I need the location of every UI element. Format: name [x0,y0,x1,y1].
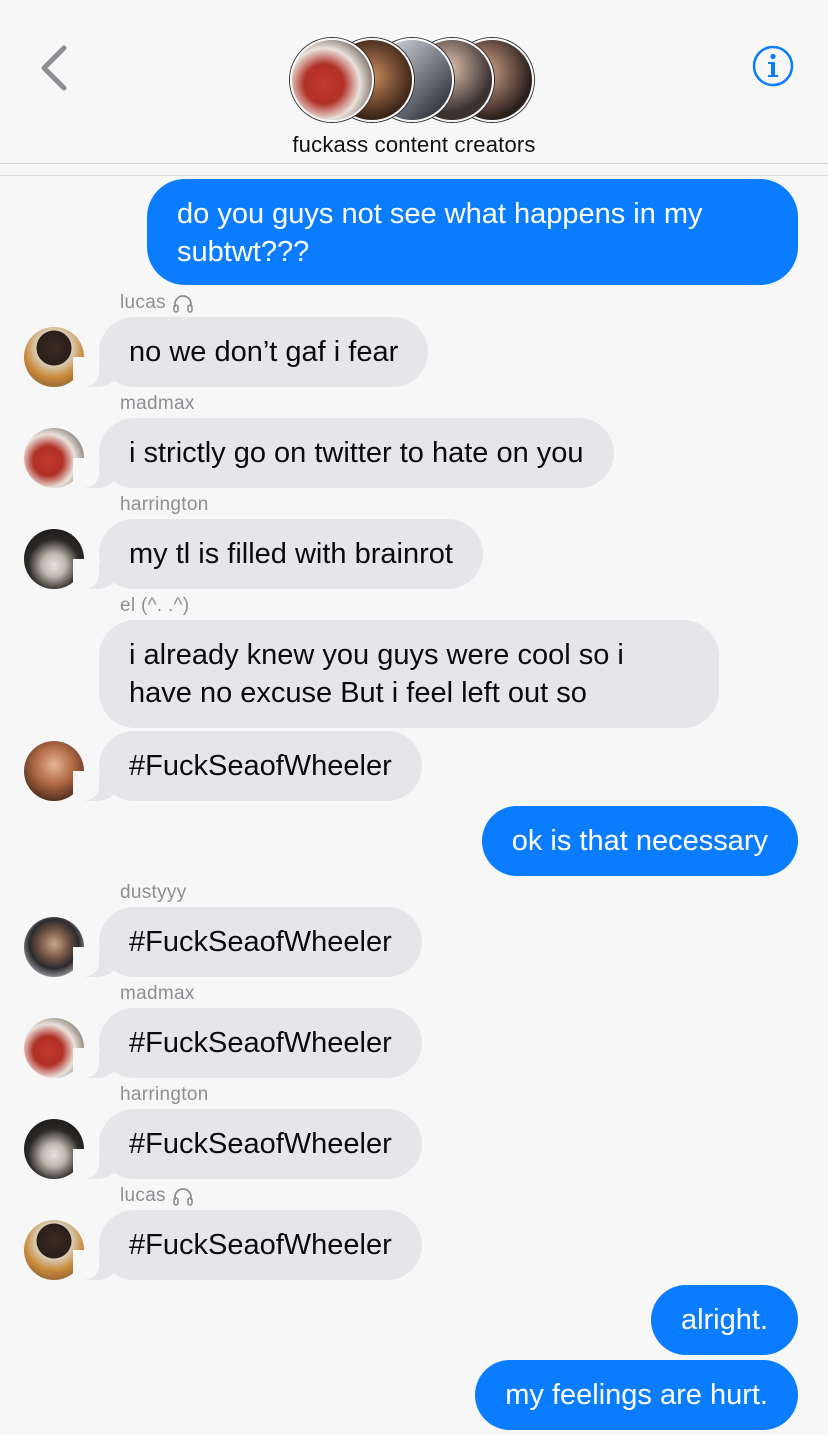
message-text: ok is that necessary [511,825,768,857]
conversation-header: fuckass content creators [0,0,828,164]
conversation-title[interactable]: fuckass content creators [0,132,828,158]
sender-name: harrington [120,1084,209,1105]
message-line: do you guys not see what happens in my [177,198,703,230]
incoming-message[interactable]: #FuckSeaofWheeler [73,1109,422,1179]
message-text: i strictly go on twitter to hate on you [129,437,584,469]
info-icon[interactable] [752,45,794,87]
sender-name: madmax [120,983,195,1004]
group-avatar-stack[interactable] [290,38,534,122]
outgoing-message[interactable]: alright. [650,1285,798,1355]
message-text: my feelings are hurt. [505,1379,768,1411]
divider [0,175,828,176]
incoming-message[interactable]: #FuckSeaofWheeler [73,1210,422,1280]
message-text: #FuckSeaofWheeler [129,1229,392,1261]
incoming-message[interactable]: i already knew you guys were cool so i h… [99,620,719,728]
outgoing-message[interactable]: do you guys not see what happens in my s… [147,179,798,285]
message-text: alright. [680,1304,768,1336]
incoming-message[interactable]: #FuckSeaofWheeler [73,731,422,801]
message-text: no we don’t gaf i fear [129,336,399,368]
incoming-message[interactable]: my tl is filled with brainrot [73,519,483,589]
message-line: i already knew you guys were cool so i [129,639,624,671]
incoming-message[interactable]: #FuckSeaofWheeler [73,907,422,977]
sender-name: lucas [120,292,194,314]
outgoing-message[interactable]: ok is that necessary [481,806,798,876]
headphones-icon [173,1188,193,1206]
sender-name: lucas [120,1185,194,1207]
message-text: my tl is filled with brainrot [129,538,453,570]
chevron-left-icon[interactable] [36,42,72,94]
message-line: subtwt??? [177,236,310,268]
message-text: #FuckSeaofWheeler [129,750,392,782]
message-text: #FuckSeaofWheeler [129,1128,392,1160]
sender-name: madmax [120,393,195,414]
avatar [290,38,374,122]
sender-name: dustyyy [120,882,187,903]
message-text: #FuckSeaofWheeler [129,1027,392,1059]
sender-name: el (^. .^) [120,595,190,616]
incoming-message[interactable]: no we don’t gaf i fear [72,317,429,387]
headphones-icon [173,295,193,313]
outgoing-message[interactable]: my feelings are hurt. [475,1360,798,1430]
incoming-message[interactable]: #FuckSeaofWheeler [73,1008,422,1078]
message-text: #FuckSeaofWheeler [129,926,392,958]
message-line: have no excuse But i feel left out so [129,677,587,709]
incoming-message[interactable]: i strictly go on twitter to hate on you [73,418,614,488]
sender-name: harrington [120,494,209,515]
